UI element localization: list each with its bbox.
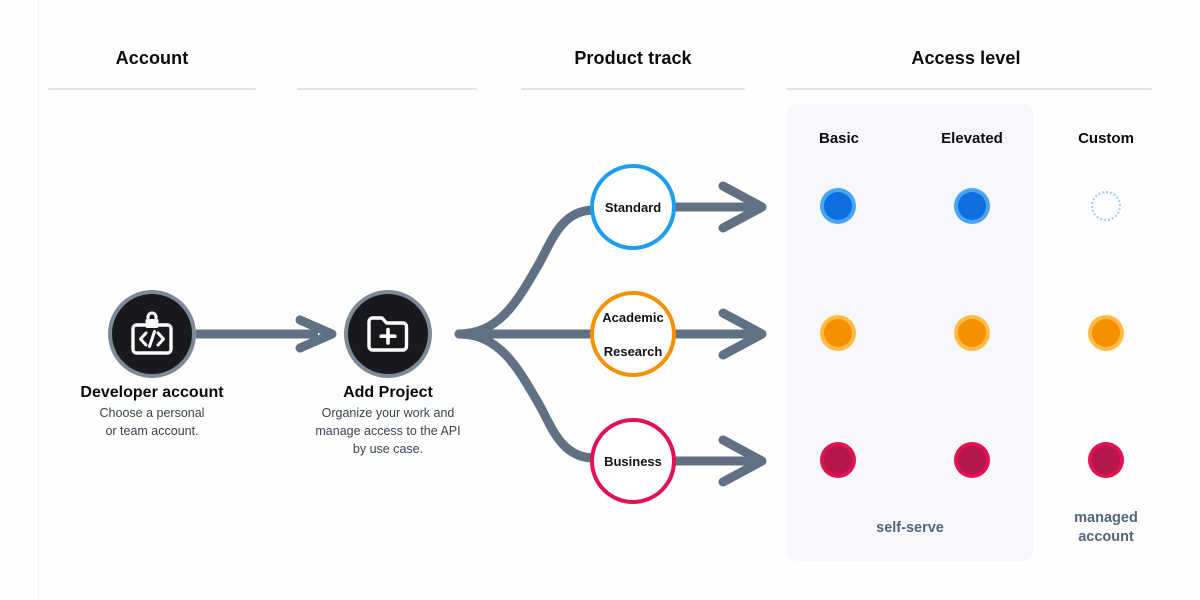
access-dot-academic-basic[interactable] — [824, 319, 852, 347]
track-label-business: Business — [604, 453, 662, 469]
access-dot-standard-basic[interactable] — [824, 192, 852, 220]
track-label-standard: Standard — [604, 199, 662, 215]
access-dot-business-elevated[interactable] — [958, 446, 986, 474]
code-badge-lock-icon — [128, 311, 176, 357]
node-desc-developer-account-line2: or team account. — [105, 424, 199, 438]
track-label-academic-research: Academic Research — [602, 309, 663, 360]
node-add-project[interactable] — [344, 290, 432, 378]
access-column-header-basic: Basic — [818, 130, 860, 147]
diagram-canvas: Account Product track Access level Devel… — [0, 0, 1200, 600]
node-desc-add-project-line3: by use case. — [352, 442, 424, 456]
folder-plus-icon — [365, 313, 411, 355]
access-dot-standard-elevated[interactable] — [958, 192, 986, 220]
footnote-managed-account-line1: managed — [1074, 510, 1138, 526]
node-desc-add-project-line2: manage access to the API — [315, 424, 461, 438]
track-academic-research[interactable]: Academic Research — [590, 291, 676, 377]
node-developer-account[interactable] — [108, 290, 196, 378]
access-dot-business-basic[interactable] — [824, 446, 852, 474]
node-title-developer-account: Developer account — [80, 384, 224, 401]
access-dot-business-custom[interactable] — [1092, 446, 1120, 474]
access-dot-standard-custom-empty[interactable] — [1091, 191, 1121, 221]
track-business[interactable]: Business — [590, 418, 676, 504]
access-column-header-elevated: Elevated — [941, 130, 1003, 147]
footnote-managed-account-line2: account — [1078, 529, 1134, 545]
node-title-add-project: Add Project — [343, 384, 433, 401]
node-desc-add-project-line1: Organize your work and — [321, 406, 455, 420]
access-dot-academic-elevated[interactable] — [958, 319, 986, 347]
access-column-header-custom: Custom — [1078, 130, 1134, 147]
track-standard[interactable]: Standard — [590, 164, 676, 250]
footnote-self-serve: self-serve — [876, 520, 944, 536]
node-desc-developer-account-line1: Choose a personal — [99, 406, 205, 420]
access-dot-academic-custom[interactable] — [1092, 319, 1120, 347]
track-label-academic-line1: Academic — [602, 309, 664, 325]
track-label-academic-line2: Research — [603, 343, 663, 359]
